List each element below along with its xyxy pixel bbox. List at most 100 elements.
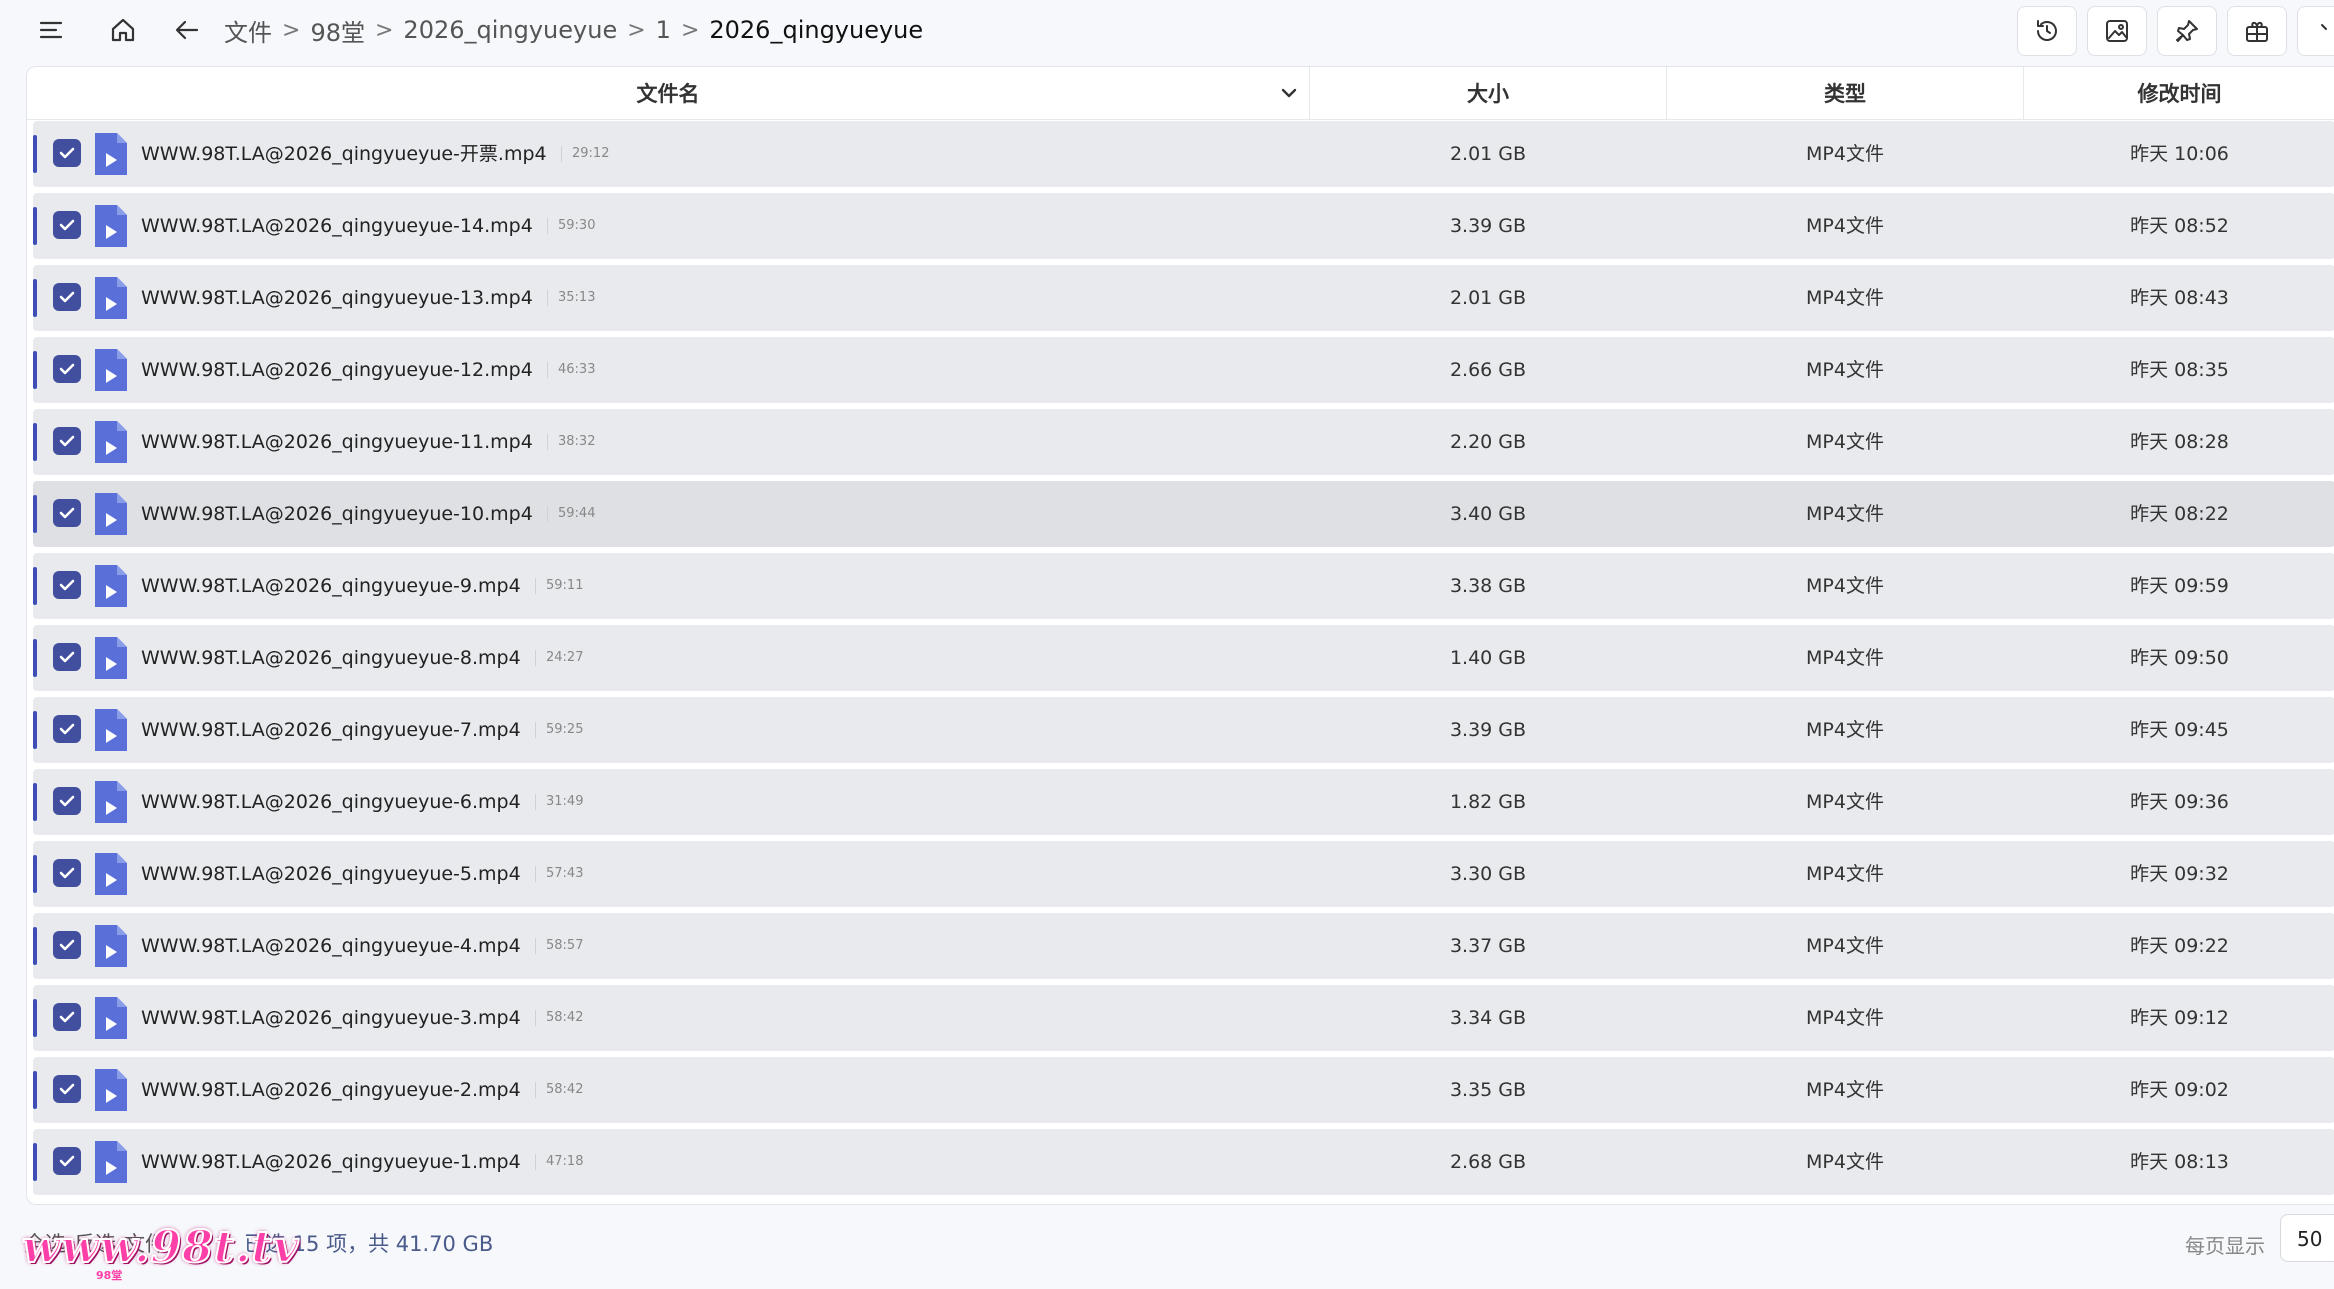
file-duration: 31:49 bbox=[535, 794, 583, 810]
breadcrumb-item-98tang[interactable]: 98堂 bbox=[310, 13, 365, 48]
table-row[interactable]: WWW.98T.LA@2026_qingyueyue-12.mp4 46:33 2.… bbox=[33, 337, 2334, 403]
file-modified-time: 昨天 09:22 bbox=[2130, 935, 2229, 957]
selection-indicator bbox=[33, 639, 37, 677]
checkmark-icon bbox=[59, 1155, 75, 1167]
file-name[interactable]: WWW.98T.LA@2026_qingyueyue-12.mp4 bbox=[141, 337, 533, 403]
video-file-icon bbox=[95, 205, 127, 247]
grid-button[interactable] bbox=[2227, 6, 2287, 56]
table-row[interactable]: WWW.98T.LA@2026_qingyueyue-8.mp4 24:27 1.4… bbox=[33, 625, 2334, 691]
table-row[interactable]: WWW.98T.LA@2026_qingyueyue-13.mp4 35:13 2.… bbox=[33, 265, 2334, 331]
file-duration: 47:18 bbox=[535, 1154, 583, 1170]
table-row[interactable]: WWW.98T.LA@2026_qingyueyue-9.mp4 59:11 3.3… bbox=[33, 553, 2334, 619]
column-header-name[interactable]: 文件名 bbox=[27, 67, 1310, 119]
breadcrumb-item-files[interactable]: 文件 bbox=[224, 13, 272, 48]
row-checkbox[interactable] bbox=[53, 571, 81, 599]
file-name[interactable]: WWW.98T.LA@2026_qingyueyue-1.mp4 bbox=[141, 1129, 521, 1195]
selection-indicator bbox=[33, 927, 37, 965]
table-row[interactable]: WWW.98T.LA@2026_qingyueyue-2.mp4 58:42 3.3… bbox=[33, 1057, 2334, 1123]
file-type: MP4文件 bbox=[1806, 575, 1884, 597]
table-row[interactable]: WWW.98T.LA@2026_qingyueyue-3.mp4 58:42 3.3… bbox=[33, 985, 2334, 1051]
table-row[interactable]: WWW.98T.LA@2026_qingyueyue-10.mp4 59:44 3.… bbox=[33, 481, 2334, 547]
checkmark-icon bbox=[59, 1011, 75, 1023]
file-size: 3.38 GB bbox=[1449, 575, 1527, 597]
row-checkbox[interactable] bbox=[53, 715, 81, 743]
pin-button[interactable] bbox=[2157, 6, 2217, 56]
file-duration: 58:42 bbox=[535, 1010, 583, 1026]
row-checkbox[interactable] bbox=[53, 139, 81, 167]
file-modified-time: 昨天 09:12 bbox=[2130, 1007, 2229, 1029]
checkmark-icon bbox=[59, 795, 75, 807]
file-name[interactable]: WWW.98T.LA@2026_qingyueyue-3.mp4 bbox=[141, 985, 521, 1051]
grid-icon bbox=[2246, 21, 2268, 42]
image-icon bbox=[2106, 20, 2128, 42]
hamburger-icon bbox=[39, 21, 63, 39]
chevron-down-icon bbox=[1281, 88, 1297, 98]
breadcrumb-item-1[interactable]: 1 bbox=[656, 16, 671, 44]
file-name[interactable]: WWW.98T.LA@2026_qingyueyue-开票.mp4 bbox=[141, 121, 547, 187]
video-file-icon bbox=[95, 1069, 127, 1111]
file-duration: 38:32 bbox=[547, 434, 595, 450]
image-button[interactable] bbox=[2087, 6, 2147, 56]
breadcrumb-separator: > bbox=[282, 17, 301, 43]
video-file-icon bbox=[95, 853, 127, 895]
file-duration: 59:25 bbox=[535, 722, 583, 738]
file-size: 2.20 GB bbox=[1449, 431, 1527, 453]
file-name[interactable]: WWW.98T.LA@2026_qingyueyue-5.mp4 bbox=[141, 841, 521, 907]
file-type: MP4文件 bbox=[1806, 287, 1884, 309]
history-button[interactable] bbox=[2017, 6, 2077, 56]
breadcrumb-item-folder[interactable]: 2026_qingyueyue bbox=[403, 16, 617, 44]
column-header-modified[interactable]: 修改时间 bbox=[2024, 67, 2334, 119]
row-checkbox[interactable] bbox=[53, 1075, 81, 1103]
per-page-select[interactable]: 50 bbox=[2280, 1214, 2334, 1262]
back-button[interactable] bbox=[164, 7, 210, 53]
selection-indicator bbox=[33, 351, 37, 389]
file-size: 3.39 GB bbox=[1449, 215, 1527, 237]
table-row[interactable]: WWW.98T.LA@2026_qingyueyue-5.mp4 57:43 3.3… bbox=[33, 841, 2334, 907]
table-row[interactable]: WWW.98T.LA@2026_qingyueyue-4.mp4 58:57 3.3… bbox=[33, 913, 2334, 979]
sort-dropdown[interactable] bbox=[1277, 81, 1301, 105]
selection-indicator bbox=[33, 1143, 37, 1181]
table-row[interactable]: WWW.98T.LA@2026_qingyueyue-6.mp4 31:49 1.8… bbox=[33, 769, 2334, 835]
home-button[interactable] bbox=[100, 7, 146, 53]
file-modified-time: 昨天 08:35 bbox=[2130, 359, 2229, 381]
file-name[interactable]: WWW.98T.LA@2026_qingyueyue-8.mp4 bbox=[141, 625, 521, 691]
file-type: MP4文件 bbox=[1806, 935, 1884, 957]
file-name[interactable]: WWW.98T.LA@2026_qingyueyue-4.mp4 bbox=[141, 913, 521, 979]
row-checkbox[interactable] bbox=[53, 859, 81, 887]
file-name[interactable]: WWW.98T.LA@2026_qingyueyue-10.mp4 bbox=[141, 481, 533, 547]
column-header-type[interactable]: 类型 bbox=[1667, 67, 2024, 119]
table-row[interactable]: WWW.98T.LA@2026_qingyueyue-7.mp4 59:25 3.3… bbox=[33, 697, 2334, 763]
file-name[interactable]: WWW.98T.LA@2026_qingyueyue-14.mp4 bbox=[141, 193, 533, 259]
file-name[interactable]: WWW.98T.LA@2026_qingyueyue-2.mp4 bbox=[141, 1057, 521, 1123]
file-name[interactable]: WWW.98T.LA@2026_qingyueyue-6.mp4 bbox=[141, 769, 521, 835]
column-header-size[interactable]: 大小 bbox=[1310, 67, 1667, 119]
selection-indicator bbox=[33, 999, 37, 1037]
checkmark-icon bbox=[59, 363, 75, 375]
file-duration: 58:42 bbox=[535, 1082, 583, 1098]
more-button[interactable] bbox=[2297, 6, 2334, 56]
file-name[interactable]: WWW.98T.LA@2026_qingyueyue-9.mp4 bbox=[141, 553, 521, 619]
row-checkbox[interactable] bbox=[53, 283, 81, 311]
row-checkbox[interactable] bbox=[53, 1147, 81, 1175]
table-row[interactable]: WWW.98T.LA@2026_qingyueyue-11.mp4 38:32 2.… bbox=[33, 409, 2334, 475]
file-name[interactable]: WWW.98T.LA@2026_qingyueyue-7.mp4 bbox=[141, 697, 521, 763]
table-row[interactable]: WWW.98T.LA@2026_qingyueyue-开票.mp4 29:12 2.… bbox=[33, 121, 2334, 187]
row-checkbox[interactable] bbox=[53, 499, 81, 527]
file-name[interactable]: WWW.98T.LA@2026_qingyueyue-13.mp4 bbox=[141, 265, 533, 331]
file-size: 1.82 GB bbox=[1449, 791, 1527, 813]
row-checkbox[interactable] bbox=[53, 355, 81, 383]
column-header-label: 文件名 bbox=[636, 82, 700, 106]
row-checkbox[interactable] bbox=[53, 211, 81, 239]
table-row[interactable]: WWW.98T.LA@2026_qingyueyue-1.mp4 47:18 2.6… bbox=[33, 1129, 2334, 1195]
table-row[interactable]: WWW.98T.LA@2026_qingyueyue-14.mp4 59:30 3.… bbox=[33, 193, 2334, 259]
video-file-icon bbox=[95, 709, 127, 751]
row-checkbox[interactable] bbox=[53, 1003, 81, 1031]
row-checkbox[interactable] bbox=[53, 427, 81, 455]
menu-button[interactable] bbox=[28, 7, 74, 53]
row-checkbox[interactable] bbox=[53, 931, 81, 959]
row-checkbox[interactable] bbox=[53, 643, 81, 671]
file-name[interactable]: WWW.98T.LA@2026_qingyueyue-11.mp4 bbox=[141, 409, 533, 475]
file-size: 3.34 GB bbox=[1449, 1007, 1527, 1029]
row-checkbox[interactable] bbox=[53, 787, 81, 815]
pin-icon bbox=[2176, 20, 2198, 42]
